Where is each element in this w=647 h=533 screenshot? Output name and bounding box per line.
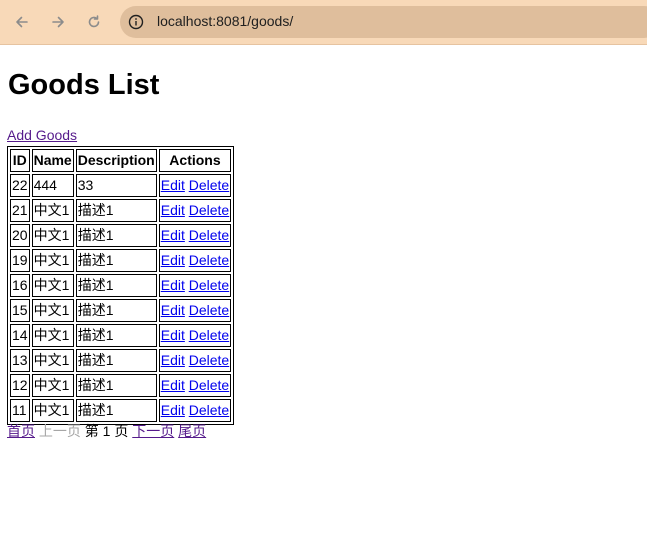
cell-name: 中文1 [31,274,74,297]
cell-actions: Edit Delete [158,299,232,322]
table-header-row: ID Name Description Actions [10,149,232,172]
cell-name: 中文1 [31,224,74,247]
cell-name: 中文1 [31,249,74,272]
browser-toolbar: localhost:8081/goods/ [0,0,647,45]
table-body: 22 444 33 Edit Delete 21 中文1 描述1 Edit Delete 20 中… [10,174,232,422]
cell-description: 描述1 [75,299,157,322]
header-description: Description [75,149,157,172]
cell-actions: Edit Delete [158,174,232,197]
cell-description: 描述1 [75,399,157,422]
delete-link[interactable]: Delete [189,202,229,218]
table-row: 20 中文1 描述1 Edit Delete [10,224,232,247]
header-actions: Actions [158,149,232,172]
page-content: Goods List Add Goods ID Name Description… [0,46,647,533]
edit-link[interactable]: Edit [161,352,185,368]
cell-actions: Edit Delete [158,274,232,297]
cell-id: 11 [10,399,30,422]
cell-description: 描述1 [75,324,157,347]
delete-link[interactable]: Delete [189,402,229,418]
cell-id: 19 [10,249,30,272]
table-row: 14 中文1 描述1 Edit Delete [10,324,232,347]
cell-name: 444 [31,174,74,197]
table-row: 12 中文1 描述1 Edit Delete [10,374,232,397]
prev-page-disabled: 上一页 [38,423,81,439]
add-goods-link[interactable]: Add Goods [7,127,77,144]
table-row: 13 中文1 描述1 Edit Delete [10,349,232,372]
delete-link[interactable]: Delete [189,252,229,268]
header-id: ID [10,149,30,172]
cell-actions: Edit Delete [158,349,232,372]
edit-link[interactable]: Edit [161,202,185,218]
edit-link[interactable]: Edit [161,277,185,293]
table-row: 16 中文1 描述1 Edit Delete [10,274,232,297]
edit-link[interactable]: Edit [161,177,185,193]
cell-name: 中文1 [31,399,74,422]
edit-link[interactable]: Edit [161,302,185,318]
cell-description: 描述1 [75,349,157,372]
cell-actions: Edit Delete [158,324,232,347]
cell-name: 中文1 [31,374,74,397]
delete-link[interactable]: Delete [189,327,229,343]
table-row: 22 444 33 Edit Delete [10,174,232,197]
reload-icon[interactable] [83,11,105,33]
cell-id: 15 [10,299,30,322]
url-text[interactable]: localhost:8081/goods/ [157,13,293,29]
table-row: 19 中文1 描述1 Edit Delete [10,249,232,272]
table-row: 21 中文1 描述1 Edit Delete [10,199,232,222]
cell-description: 描述1 [75,199,157,222]
cell-description: 33 [75,174,157,197]
forward-arrow-icon[interactable] [47,11,69,33]
cell-actions: Edit Delete [158,224,232,247]
cell-description: 描述1 [75,274,157,297]
table-row: 15 中文1 描述1 Edit Delete [10,299,232,322]
cell-id: 13 [10,349,30,372]
first-page-link[interactable]: 首页 [7,423,35,439]
next-page-link[interactable]: 下一页 [132,423,174,439]
delete-link[interactable]: Delete [189,302,229,318]
cell-actions: Edit Delete [158,249,232,272]
cell-id: 12 [10,374,30,397]
cell-description: 描述1 [75,249,157,272]
delete-link[interactable]: Delete [189,277,229,293]
edit-link[interactable]: Edit [161,252,185,268]
table-row: 11 中文1 描述1 Edit Delete [10,399,232,422]
cell-name: 中文1 [31,349,74,372]
edit-link[interactable]: Edit [161,327,185,343]
cell-actions: Edit Delete [158,374,232,397]
cell-id: 21 [10,199,30,222]
header-name: Name [31,149,74,172]
cell-id: 14 [10,324,30,347]
cell-id: 16 [10,274,30,297]
cell-name: 中文1 [31,199,74,222]
delete-link[interactable]: Delete [189,352,229,368]
edit-link[interactable]: Edit [161,227,185,243]
delete-link[interactable]: Delete [189,377,229,393]
goods-table: ID Name Description Actions 22 444 33 Edit … [7,146,235,425]
cell-actions: Edit Delete [158,199,232,222]
page-title: Goods List [8,69,160,101]
cell-description: 描述1 [75,374,157,397]
cell-id: 20 [10,224,30,247]
address-bar[interactable]: localhost:8081/goods/ [120,6,647,38]
cell-actions: Edit Delete [158,399,232,422]
delete-link[interactable]: Delete [189,177,229,193]
pagination: 首页 上一页 第 1 页 下一页 尾页 [7,422,206,440]
cell-id: 22 [10,174,30,197]
delete-link[interactable]: Delete [189,227,229,243]
cell-description: 描述1 [75,224,157,247]
cell-name: 中文1 [31,324,74,347]
edit-link[interactable]: Edit [161,402,185,418]
cell-name: 中文1 [31,299,74,322]
current-page-label: 第 1 页 [84,423,129,439]
last-page-link[interactable]: 尾页 [178,423,206,439]
back-arrow-icon[interactable] [11,11,33,33]
edit-link[interactable]: Edit [161,377,185,393]
info-icon[interactable] [128,14,144,30]
